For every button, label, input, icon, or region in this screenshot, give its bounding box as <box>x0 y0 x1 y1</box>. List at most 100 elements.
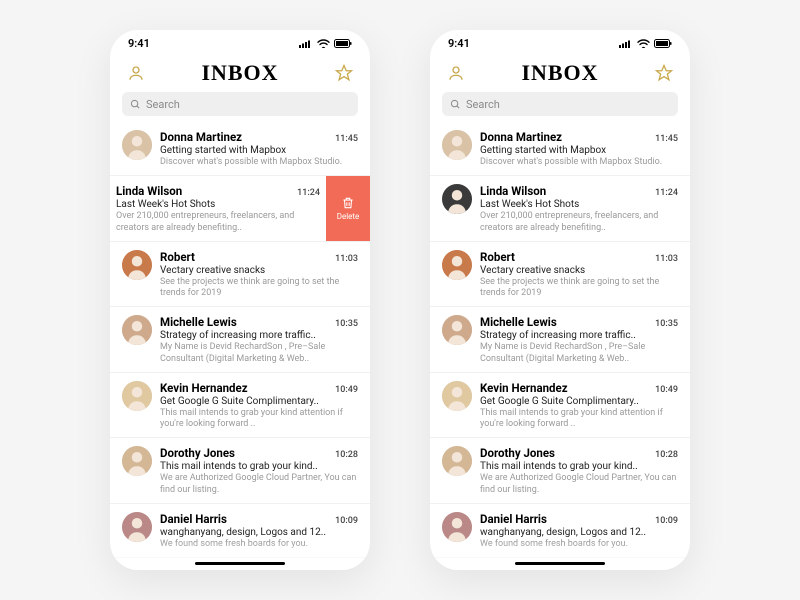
wifi-icon <box>637 39 650 48</box>
email-time: 10:49 <box>335 385 358 395</box>
email-preview: My Name is Devid RechardSon , Pre–Sale C… <box>160 342 358 365</box>
status-icons <box>619 39 672 48</box>
status-bar: 9:41 <box>110 30 370 56</box>
email-sender: Donna Martinez <box>480 130 562 144</box>
email-row[interactable]: Dorothy Jones10:28This mail intends to g… <box>110 438 370 504</box>
avatar <box>442 184 472 214</box>
wifi-icon <box>317 39 330 48</box>
email-preview: Discover what's possible with Mapbox Stu… <box>160 157 358 168</box>
email-time: 10:35 <box>335 319 358 329</box>
email-row[interactable]: Kevin Hernandez10:49Get Google G Suite C… <box>110 373 370 439</box>
email-row[interactable]: Linda Wilson 11:24Last Week's Hot ShotsOv… <box>110 176 370 242</box>
email-row[interactable]: Robert11:03Vectary creative snacksSee th… <box>430 242 690 308</box>
email-time: 10:09 <box>335 516 358 526</box>
email-preview: We found some fresh boards for you. <box>480 539 678 550</box>
email-subject: Last Week's Hot Shots <box>480 199 678 210</box>
profile-icon[interactable] <box>446 63 466 83</box>
email-preview: We found some fresh boards for you. <box>160 539 358 550</box>
email-sender: Michelle Lewis <box>160 315 237 329</box>
avatar <box>442 446 472 476</box>
email-row[interactable]: Kevin Hernandez10:49Get Google G Suite C… <box>430 373 690 439</box>
email-preview: This mail intends to grab your kind atte… <box>160 408 358 431</box>
email-time: 11:45 <box>335 134 358 144</box>
email-preview: Over 210,000 entrepreneurs, freelancers,… <box>116 211 320 234</box>
email-row[interactable]: Michelle Lewis10:35Strategy of increasin… <box>430 307 690 373</box>
email-row[interactable]: Linda Wilson11:24Last Week's Hot ShotsOv… <box>430 176 690 242</box>
header: INBOX <box>110 56 370 92</box>
search-icon <box>130 99 141 110</box>
email-time: 11:24 <box>655 188 678 198</box>
avatar <box>122 250 152 280</box>
email-subject: Strategy of increasing more traffic.. <box>160 330 358 341</box>
email-row[interactable]: Robert11:03Vectary creative snacksSee th… <box>110 242 370 308</box>
email-row[interactable]: Daniel Harris 10:09wanghanyang, design, L… <box>430 504 690 558</box>
star-icon[interactable] <box>334 63 354 83</box>
email-sender: Daniel Harris <box>160 512 227 526</box>
search-icon <box>450 99 461 110</box>
email-sender: Robert <box>160 250 195 264</box>
email-subject: This mail intends to grab your kind.. <box>480 461 678 472</box>
avatar <box>442 381 472 411</box>
home-indicator <box>195 562 285 566</box>
email-sender: Dorothy Jones <box>480 446 555 460</box>
email-row[interactable]: Michelle Lewis 10:35Strategy of increasin… <box>110 307 370 373</box>
email-row[interactable]: Donna Martinez 11:45Getting started with … <box>110 122 370 176</box>
search-input[interactable]: Search <box>442 92 678 116</box>
email-sender: Kevin Hernandez <box>480 381 568 395</box>
avatar <box>122 381 152 411</box>
avatar <box>442 315 472 345</box>
trash-icon <box>341 196 355 210</box>
email-preview: See the projects we think are going to s… <box>160 277 358 300</box>
email-row[interactable]: Dorothy Jones10:28This mail intends to g… <box>430 438 690 504</box>
status-bar: 9:41 <box>430 30 690 56</box>
email-preview: This mail intends to grab your kind atte… <box>480 408 678 431</box>
email-time: 11:45 <box>655 134 678 144</box>
email-subject: Vectary creative snacks <box>160 265 358 276</box>
email-subject: Strategy of increasing more traffic.. <box>480 330 678 341</box>
email-preview: My Name is Devid RechardSon , Pre–Sale C… <box>480 342 678 365</box>
avatar <box>442 250 472 280</box>
email-subject: This mail intends to grab your kind.. <box>160 461 358 472</box>
avatar <box>122 446 152 476</box>
email-sender: Donna Martinez <box>160 130 242 144</box>
email-sender: Linda Wilson <box>116 184 182 198</box>
email-time: 10:09 <box>655 516 678 526</box>
email-preview: We are Authorized Google Cloud Partner, … <box>160 473 358 496</box>
email-sender: Robert <box>480 250 515 264</box>
email-preview: We are Authorized Google Cloud Partner, … <box>480 473 678 496</box>
email-subject: Getting started with Mapbox <box>480 145 678 156</box>
email-subject: Last Week's Hot Shots <box>116 199 320 210</box>
email-preview: Discover what's possible with Mapbox Stu… <box>480 157 678 168</box>
profile-icon[interactable] <box>126 63 146 83</box>
signal-icon <box>619 39 633 48</box>
battery-icon <box>654 39 672 48</box>
email-preview: Over 210,000 entrepreneurs, freelancers,… <box>480 211 678 234</box>
status-icons <box>299 39 352 48</box>
search-input[interactable]: Search <box>122 92 358 116</box>
email-row[interactable]: Daniel Harris10:09wanghanyang, design, L… <box>110 504 370 558</box>
header: INBOX <box>430 56 690 92</box>
email-time: 11:24 <box>297 188 320 198</box>
page-title: INBOX <box>201 60 278 86</box>
signal-icon <box>299 39 313 48</box>
email-list[interactable]: Donna Martinez 11:45Getting started with … <box>110 122 370 570</box>
status-time: 9:41 <box>448 37 470 50</box>
delete-label: Delete <box>337 212 360 221</box>
avatar <box>122 130 152 160</box>
email-subject: wanghanyang, design, Logos and 12.. <box>480 527 678 538</box>
email-sender: Dorothy Jones <box>160 446 235 460</box>
email-row[interactable]: Donna Martinez 11:45Getting started with … <box>430 122 690 176</box>
delete-button[interactable]: Delete <box>326 176 370 241</box>
star-icon[interactable] <box>654 63 674 83</box>
home-indicator <box>515 562 605 566</box>
email-sender: Daniel Harris <box>480 512 547 526</box>
email-subject: Getting started with Mapbox <box>160 145 358 156</box>
avatar <box>122 315 152 345</box>
email-subject: Get Google G Suite Complimentary.. <box>480 396 678 407</box>
email-subject: Vectary creative snacks <box>480 265 678 276</box>
email-time: 10:35 <box>655 319 678 329</box>
email-list[interactable]: Donna Martinez 11:45Getting started with … <box>430 122 690 570</box>
page-title: INBOX <box>521 60 598 86</box>
avatar <box>442 512 472 542</box>
phone-mockup-normal: 9:41 INBOX Search Donna Martinez11:45Get… <box>430 30 690 570</box>
